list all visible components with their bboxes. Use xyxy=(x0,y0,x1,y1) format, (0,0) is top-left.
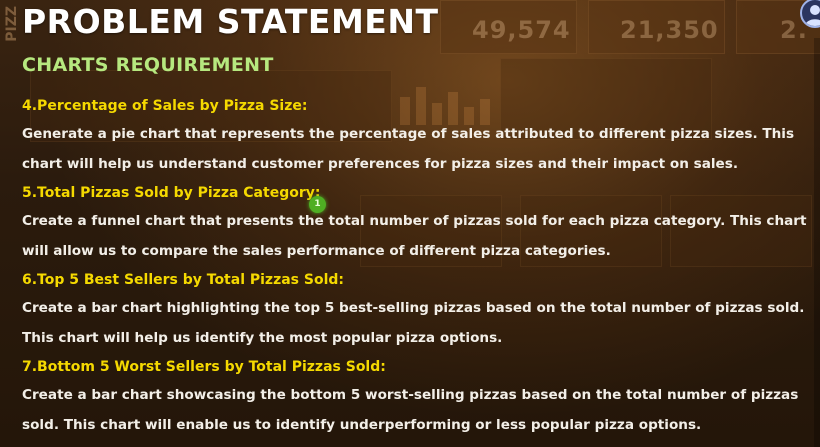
right-edge-strip xyxy=(814,38,820,447)
requirement-heading: 7.Bottom 5 Worst Sellers by Total Pizzas… xyxy=(22,359,386,375)
requirement-heading: 5.Total Pizzas Sold by Pizza Category: xyxy=(22,185,321,201)
slide-title: PROBLEM STATEMENT xyxy=(22,2,439,41)
avatar-graphic xyxy=(805,5,820,26)
requirement-line: Create a bar chart showcasing the bottom… xyxy=(22,387,799,403)
requirement-heading: 4.Percentage of Sales by Pizza Size: xyxy=(22,98,308,114)
requirement-line: sold. This chart will enable us to ident… xyxy=(22,416,702,433)
requirement-section: 6.Top 5 Best Sellers by Total Pizzas Sol… xyxy=(22,266,818,353)
requirement-line: This chart will help us identify the mos… xyxy=(22,329,503,346)
requirement-line: will allow us to compare the sales perfo… xyxy=(22,242,611,259)
requirement-line: chart will help us understand customer p… xyxy=(22,155,739,172)
pointer-dot-icon: 1 xyxy=(309,196,326,213)
requirement-section: 7.Bottom 5 Worst Sellers by Total Pizzas… xyxy=(22,353,818,440)
bg-kpi-value: 21,350 xyxy=(620,16,719,44)
requirement-section: 5.Total Pizzas Sold by Pizza Category: C… xyxy=(22,179,818,266)
requirement-line: Generate a pie chart that represents the… xyxy=(22,126,795,142)
requirement-line: Create a bar chart highlighting the top … xyxy=(22,300,805,316)
bg-side-label: PIZZ xyxy=(4,6,20,42)
requirement-section: 4.Percentage of Sales by Pizza Size: Gen… xyxy=(22,92,818,179)
requirement-heading: 6.Top 5 Best Sellers by Total Pizzas Sol… xyxy=(22,272,344,288)
slide-subtitle: CHARTS REQUIREMENT xyxy=(22,54,274,76)
requirement-line: Create a funnel chart that presents the … xyxy=(22,213,807,229)
requirements-list: 4.Percentage of Sales by Pizza Size: Gen… xyxy=(22,92,818,440)
bg-kpi-value: 49,574 xyxy=(472,16,571,44)
